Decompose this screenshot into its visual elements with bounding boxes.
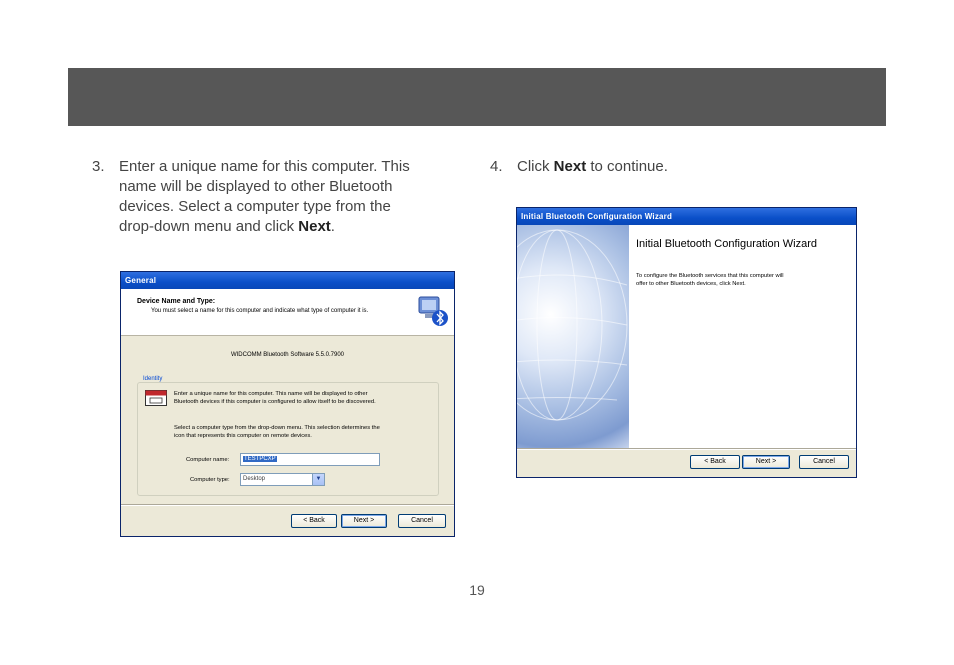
step-text: Enter a unique name for this computer. T… bbox=[119, 157, 410, 237]
wizard-desc-line: To configure the Bluetooth services that… bbox=[636, 273, 784, 279]
identity-text-1: Enter a unique name for this computer. T… bbox=[174, 391, 368, 397]
back-button[interactable]: < Back bbox=[690, 455, 740, 469]
header-title: Device Name and Type: bbox=[137, 298, 216, 305]
globe-icon bbox=[517, 229, 628, 421]
next-button[interactable]: Next > bbox=[341, 514, 387, 528]
bluetooth-computer-icon bbox=[418, 296, 448, 326]
header-subtitle: You must select a name for this computer… bbox=[151, 308, 369, 314]
step-text-part: drop-down menu and click bbox=[119, 218, 299, 235]
name-tag-icon bbox=[145, 390, 167, 406]
computer-type-select[interactable]: Desktop ▼ bbox=[240, 473, 325, 486]
identity-text-2: Bluetooth devices if this computer is co… bbox=[174, 399, 376, 405]
type-text-2: icon that represents this computer on re… bbox=[174, 433, 312, 439]
computer-name-label: Computer name: bbox=[186, 457, 230, 463]
identity-group-label: Identity bbox=[141, 376, 165, 382]
step-text-part: Click bbox=[517, 158, 554, 175]
wizard-heading: Initial Bluetooth Configuration Wizard bbox=[636, 238, 817, 250]
type-text-1: Select a computer type from the drop-dow… bbox=[174, 425, 380, 431]
header-band bbox=[68, 68, 886, 126]
step-text: Click Next to continue. bbox=[517, 157, 668, 177]
next-button[interactable]: Next > bbox=[742, 455, 790, 469]
back-button[interactable]: < Back bbox=[291, 514, 337, 528]
step-bold: Next bbox=[298, 218, 331, 235]
step-line: devices. Select a computer type from the bbox=[119, 198, 391, 215]
computer-name-value: TESTPCXP bbox=[243, 456, 277, 462]
step-line: Enter a unique name for this computer. T… bbox=[119, 158, 410, 175]
globe-image bbox=[517, 225, 629, 449]
wizard-description: To configure the Bluetooth services that… bbox=[636, 272, 836, 288]
wizard-dialog: Initial Bluetooth Configuration Wizard I… bbox=[516, 207, 857, 478]
computer-name-input[interactable]: TESTPCXP bbox=[240, 453, 380, 466]
cancel-button[interactable]: Cancel bbox=[398, 514, 446, 528]
step-text-part: . bbox=[330, 218, 335, 235]
step-text-part: to continue. bbox=[586, 158, 668, 175]
chevron-down-icon[interactable]: ▼ bbox=[312, 474, 324, 485]
step-number: 4. bbox=[490, 158, 503, 175]
step-4: 4. Click Next to continue. bbox=[490, 157, 850, 179]
step-number: 3. bbox=[92, 158, 105, 175]
button-separator bbox=[517, 448, 856, 450]
computer-type-value: Desktop bbox=[243, 476, 266, 482]
general-dialog: General Device Name and Type: You must s… bbox=[120, 271, 455, 537]
dialog-titlebar: Initial Bluetooth Configuration Wizard bbox=[517, 208, 856, 225]
step-line: drop-down menu and click Next. bbox=[119, 217, 410, 237]
cancel-button[interactable]: Cancel bbox=[799, 455, 849, 469]
dialog-titlebar: General bbox=[121, 272, 454, 289]
step-bold: Next bbox=[553, 158, 587, 175]
button-separator bbox=[121, 504, 454, 506]
software-version: WIDCOMM Bluetooth Software 5.5.0.7900 bbox=[230, 352, 345, 358]
step-3: 3. Enter a unique name for this computer… bbox=[92, 157, 452, 239]
dialog-header: Device Name and Type: You must select a … bbox=[121, 289, 454, 336]
wizard-desc-line: offer to other Bluetooth devices, click … bbox=[636, 281, 746, 287]
computer-type-label: Computer type: bbox=[190, 477, 230, 483]
page-number: 19 bbox=[469, 582, 485, 598]
step-line: name will be displayed to other Bluetoot… bbox=[119, 178, 393, 195]
